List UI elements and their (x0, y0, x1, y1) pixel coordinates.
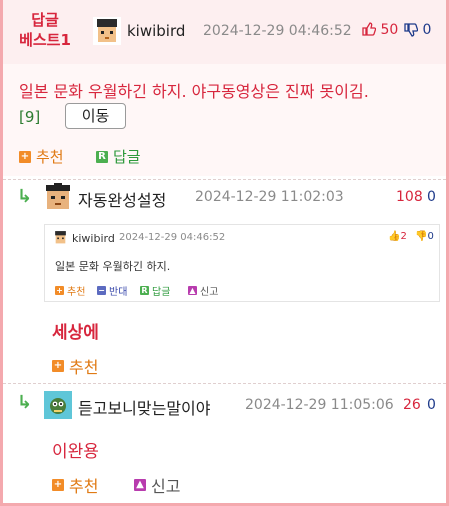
recommend-button[interactable]: + 추천 (19, 146, 64, 167)
plus-icon: + (55, 286, 64, 295)
quote-recommend: + 추천 (55, 283, 85, 298)
quote-author: kiwibird (72, 232, 115, 245)
downvote-count[interactable]: 0 (427, 397, 436, 413)
best-badge-line2: 베스트1 (19, 31, 71, 49)
best-reply-body: 일본 문화 우월하긴 하지. 야구동영상은 진짜 못이김. [9] 이동 + 추… (3, 64, 446, 176)
best-badge: 답글 베스트1 (3, 10, 87, 50)
reply-text: 이완용 (52, 442, 99, 462)
divider (3, 383, 446, 384)
downvote-count[interactable]: 0 (427, 189, 436, 205)
reply-label: 답글 (113, 148, 141, 166)
author-name[interactable]: kiwibird (127, 22, 185, 40)
minus-icon: − (97, 286, 106, 295)
post-date: 2024-12-29 11:05:06 (245, 397, 394, 413)
recommend-button[interactable]: + 추천 (52, 354, 98, 378)
quote-reply: R 답글 (140, 283, 170, 298)
report-label: 신고 (151, 477, 181, 496)
quote-oppose: − 반대 (97, 283, 127, 298)
upvote-count[interactable]: 26 (403, 397, 421, 413)
post-date: 2024-12-29 11:02:03 (195, 189, 344, 205)
plus-icon: + (19, 150, 31, 163)
comment-count: [9] (19, 108, 41, 126)
divider (3, 179, 446, 180)
avatar[interactable] (44, 391, 72, 419)
siren-icon: ▲ (188, 286, 197, 295)
author-name[interactable]: 듣고보니맞는말이야 (78, 395, 210, 419)
quote-report: ▲ 신고 (188, 283, 218, 298)
quote-upvote-count: 2 (400, 231, 407, 242)
best-reply-header: 답글 베스트1 kiwibird 2024-12-29 04:46:52 50 … (3, 0, 446, 64)
reply-r-icon: R (96, 150, 108, 163)
upvote[interactable]: 50 (362, 22, 398, 38)
recommend-label: 추천 (69, 358, 99, 377)
reply-text: 세상에 (52, 323, 99, 343)
quote-downvote-count: 0 (427, 231, 434, 242)
reply-r-icon: R (140, 286, 149, 295)
reply-button[interactable]: R 답글 (96, 146, 141, 167)
post-date: 2024-12-29 04:46:52 (203, 23, 352, 39)
quote-oppose-label: 반대 (109, 287, 128, 298)
siren-icon: ▲ (134, 479, 146, 491)
reply-arrow-icon: ↳ (17, 186, 33, 207)
quote-downvote: 👎0 (415, 231, 434, 242)
best-badge-line1: 답글 (31, 11, 59, 29)
avatar[interactable] (44, 183, 72, 211)
avatar (55, 231, 66, 244)
downvote[interactable]: 0 (404, 22, 431, 38)
downvote-count: 0 (422, 22, 432, 38)
reply-arrow-icon: ↳ (17, 392, 33, 413)
quote-date: 2024-12-29 04:46:52 (119, 232, 226, 243)
quote-upvote: 👍2 (388, 231, 407, 242)
upvote-count: 50 (380, 22, 399, 38)
upvote-count[interactable]: 108 (396, 189, 423, 205)
quote-report-label: 신고 (200, 287, 219, 298)
thumbs-down-icon (404, 23, 419, 37)
plus-icon: + (52, 479, 64, 491)
best-reply-text: 일본 문화 우월하긴 하지. 야구동영상은 진짜 못이김. (19, 82, 369, 101)
recommend-label: 추천 (36, 148, 64, 166)
plus-icon: + (52, 360, 64, 372)
thumbs-up-icon: 👍 (388, 231, 401, 242)
recommend-label: 추천 (69, 477, 99, 496)
author-name[interactable]: 자동완성설정 (78, 187, 166, 211)
recommend-button[interactable]: + 추천 (52, 473, 98, 497)
quoted-comment: kiwibird 2024-12-29 04:46:52 👍2 👎0 일본 문화… (44, 224, 440, 302)
thumbs-down-icon: 👎 (415, 231, 428, 242)
quote-recommend-label: 추천 (67, 287, 86, 298)
move-button[interactable]: 이동 (65, 103, 126, 129)
thumbs-up-icon (362, 22, 377, 36)
quote-reply-label: 답글 (152, 287, 171, 298)
avatar[interactable] (93, 17, 121, 45)
report-button[interactable]: ▲ 신고 (134, 473, 180, 497)
quote-text: 일본 문화 우월하긴 하지. (55, 260, 171, 273)
